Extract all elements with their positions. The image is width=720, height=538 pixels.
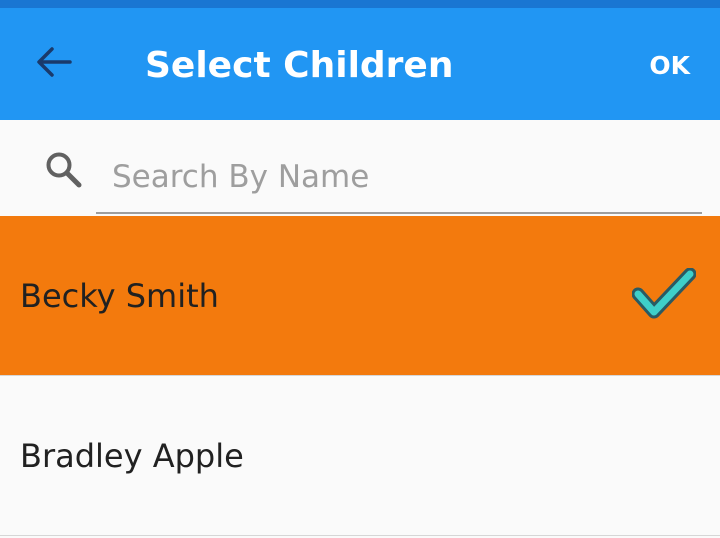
ok-button[interactable]: OK: [649, 8, 690, 120]
search-input[interactable]: [96, 142, 702, 214]
arrow-left-icon: [36, 46, 72, 82]
back-button[interactable]: [28, 38, 80, 90]
child-name: Becky Smith: [20, 276, 219, 315]
page-title: Select Children: [145, 45, 454, 86]
search-icon: [44, 150, 84, 190]
list-item[interactable]: Bradley Apple: [0, 376, 720, 536]
app-bar: Select Children OK: [0, 8, 720, 120]
list-item[interactable]: Becky Smith: [0, 216, 720, 376]
check-icon: [631, 267, 697, 324]
child-name: Bradley Apple: [20, 436, 244, 475]
search-bar: [0, 120, 720, 216]
children-list: Becky Smith Bradley Apple: [0, 216, 720, 536]
status-bar-strip: [0, 0, 720, 8]
